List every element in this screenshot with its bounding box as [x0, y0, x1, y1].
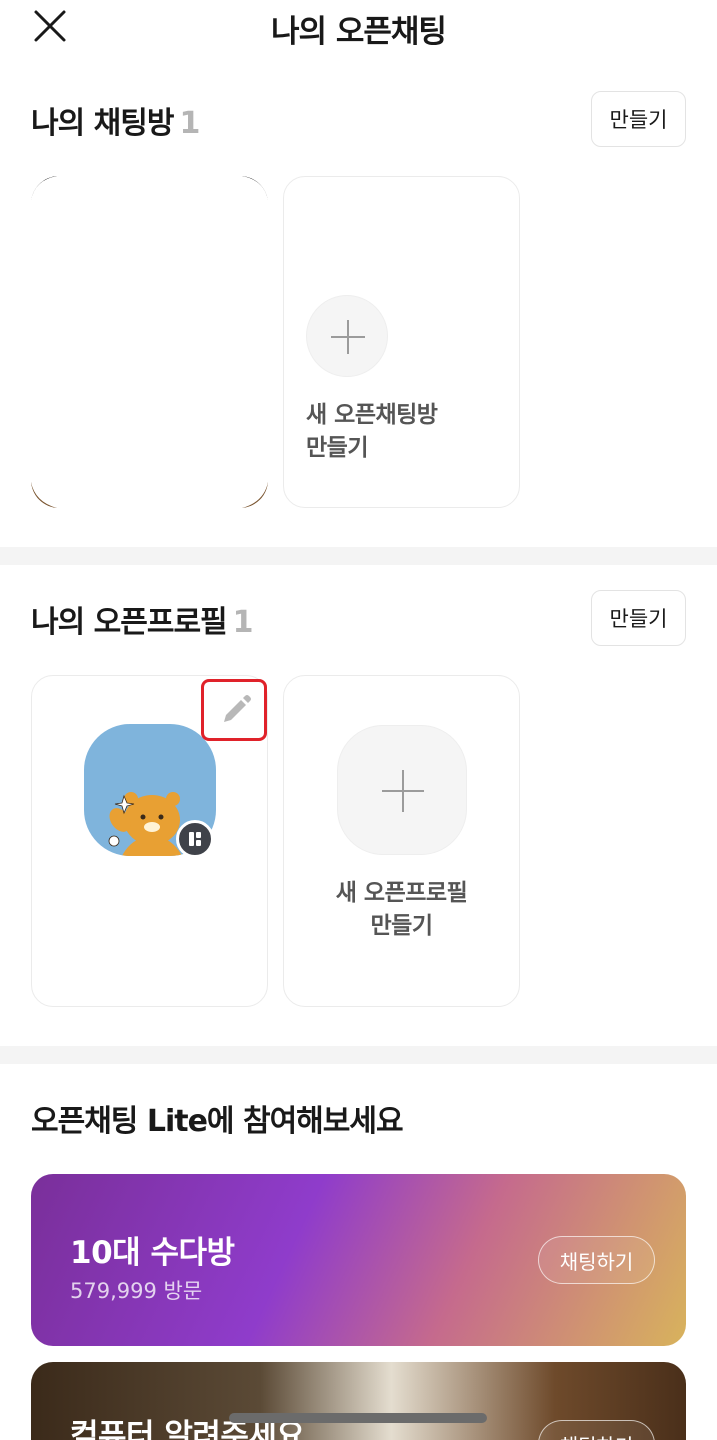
chatrooms-title: 나의 채팅방	[31, 106, 174, 141]
profile-badge-icon	[189, 832, 201, 846]
new-profile-line1: 새 오픈프로필	[335, 880, 468, 906]
section-divider	[0, 1046, 717, 1064]
new-profile-label: 새 오픈프로필 만들기	[283, 877, 520, 943]
chatroom-card[interactable]	[31, 176, 268, 508]
chatrooms-count: 1	[179, 106, 200, 141]
lite-room-name: 10대 수다방	[70, 1235, 235, 1271]
top-bar: 나의 오픈채팅	[0, 0, 717, 60]
plus-icon	[382, 770, 424, 812]
section-divider	[0, 547, 717, 565]
new-chatroom-label: 새 오픈채팅방 만들기	[306, 399, 438, 465]
edit-profile-button[interactable]	[201, 679, 267, 741]
chat-button[interactable]: 채팅하기	[538, 1236, 655, 1284]
home-indicator	[229, 1413, 487, 1423]
plus-icon	[331, 320, 365, 354]
lite-room-card[interactable]: 컴퓨터 알려주세요 채팅하기	[31, 1362, 686, 1440]
lite-title: 오픈채팅 Lite에 참여해보세요	[31, 1104, 404, 1139]
profile-badge	[176, 820, 214, 858]
plus-square	[337, 725, 467, 855]
chatroom-thumbnail	[31, 176, 268, 508]
lite-room-card[interactable]: 10대 수다방 579,999 방문 채팅하기	[31, 1174, 686, 1346]
new-chatroom-card[interactable]: 새 오픈채팅방 만들기	[283, 176, 520, 508]
plus-circle	[306, 295, 388, 377]
profiles-title: 나의 오픈프로필	[31, 605, 228, 640]
profiles-count: 1	[232, 605, 254, 640]
pencil-icon	[224, 695, 251, 722]
chat-button[interactable]: 채팅하기	[538, 1420, 655, 1440]
new-chatroom-line2: 만들기	[306, 435, 368, 461]
make-profile-button[interactable]: 만들기	[591, 590, 686, 646]
lite-room-visits: 579,999 방문	[70, 1279, 203, 1303]
make-chatroom-button[interactable]: 만들기	[591, 91, 686, 147]
chatrooms-heading: 나의 채팅방 1	[31, 98, 200, 142]
profiles-heading: 나의 오픈프로필 1	[31, 597, 254, 641]
new-profile-line2: 만들기	[370, 913, 433, 939]
new-chatroom-line1: 새 오픈채팅방	[306, 402, 438, 428]
page-title: 나의 오픈채팅	[271, 14, 447, 50]
